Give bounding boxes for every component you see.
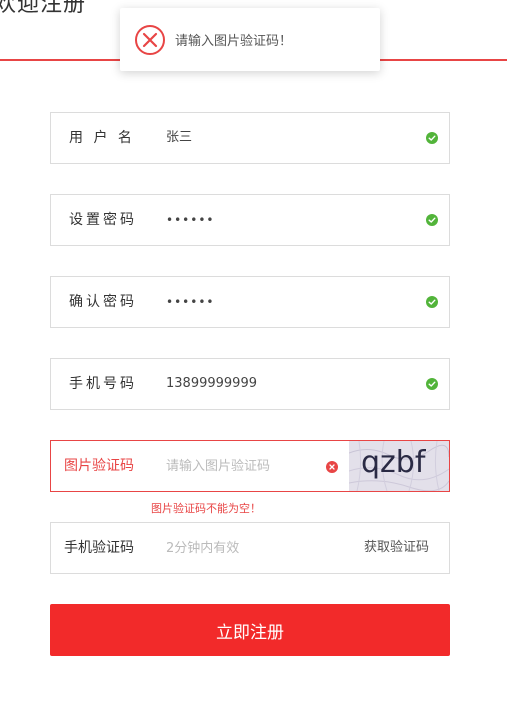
sms-code-input[interactable] <box>166 537 316 559</box>
register-button[interactable]: 立即注册 <box>50 604 450 656</box>
password-value[interactable]: •••••• <box>166 195 214 245</box>
phone-label: 手机号码 <box>69 376 137 392</box>
get-sms-code-button[interactable]: 获取验证码 <box>364 523 429 573</box>
username-value[interactable]: 张三 <box>166 113 192 163</box>
username-label: 用 户 名 <box>69 130 135 146</box>
check-circle-icon <box>426 214 438 226</box>
page-title: 欢迎注册 <box>0 0 87 17</box>
toast-message: 请输入图片验证码！ <box>175 34 293 49</box>
sms-code-field: 手机验证码 获取验证码 <box>50 522 450 574</box>
captcha-text: qzbf <box>361 445 426 480</box>
image-captcha-error: 图片验证码不能为空！ <box>151 502 261 515</box>
check-circle-icon <box>426 296 438 308</box>
error-circle-icon <box>135 24 165 55</box>
password-label: 设置密码 <box>69 212 137 228</box>
image-captcha-label: 图片验证码 <box>64 458 134 474</box>
error-toast: 请输入图片验证码！ <box>120 8 380 71</box>
username-field[interactable]: 用 户 名 张三 <box>50 112 450 164</box>
phone-field[interactable]: 手机号码 13899999999 <box>50 358 450 410</box>
phone-value[interactable]: 13899999999 <box>166 359 257 409</box>
check-circle-icon <box>426 132 438 144</box>
check-circle-icon <box>426 378 438 390</box>
password-field[interactable]: 设置密码 •••••• <box>50 194 450 246</box>
image-captcha-input[interactable] <box>166 455 316 477</box>
confirm-password-value[interactable]: •••••• <box>166 277 214 327</box>
image-captcha-field: 图片验证码 qzbf <box>50 440 450 492</box>
clear-icon[interactable] <box>326 461 338 473</box>
captcha-image[interactable]: qzbf <box>349 441 449 491</box>
confirm-password-field[interactable]: 确认密码 •••••• <box>50 276 450 328</box>
confirm-password-label: 确认密码 <box>69 294 137 310</box>
sms-code-label: 手机验证码 <box>64 540 134 556</box>
